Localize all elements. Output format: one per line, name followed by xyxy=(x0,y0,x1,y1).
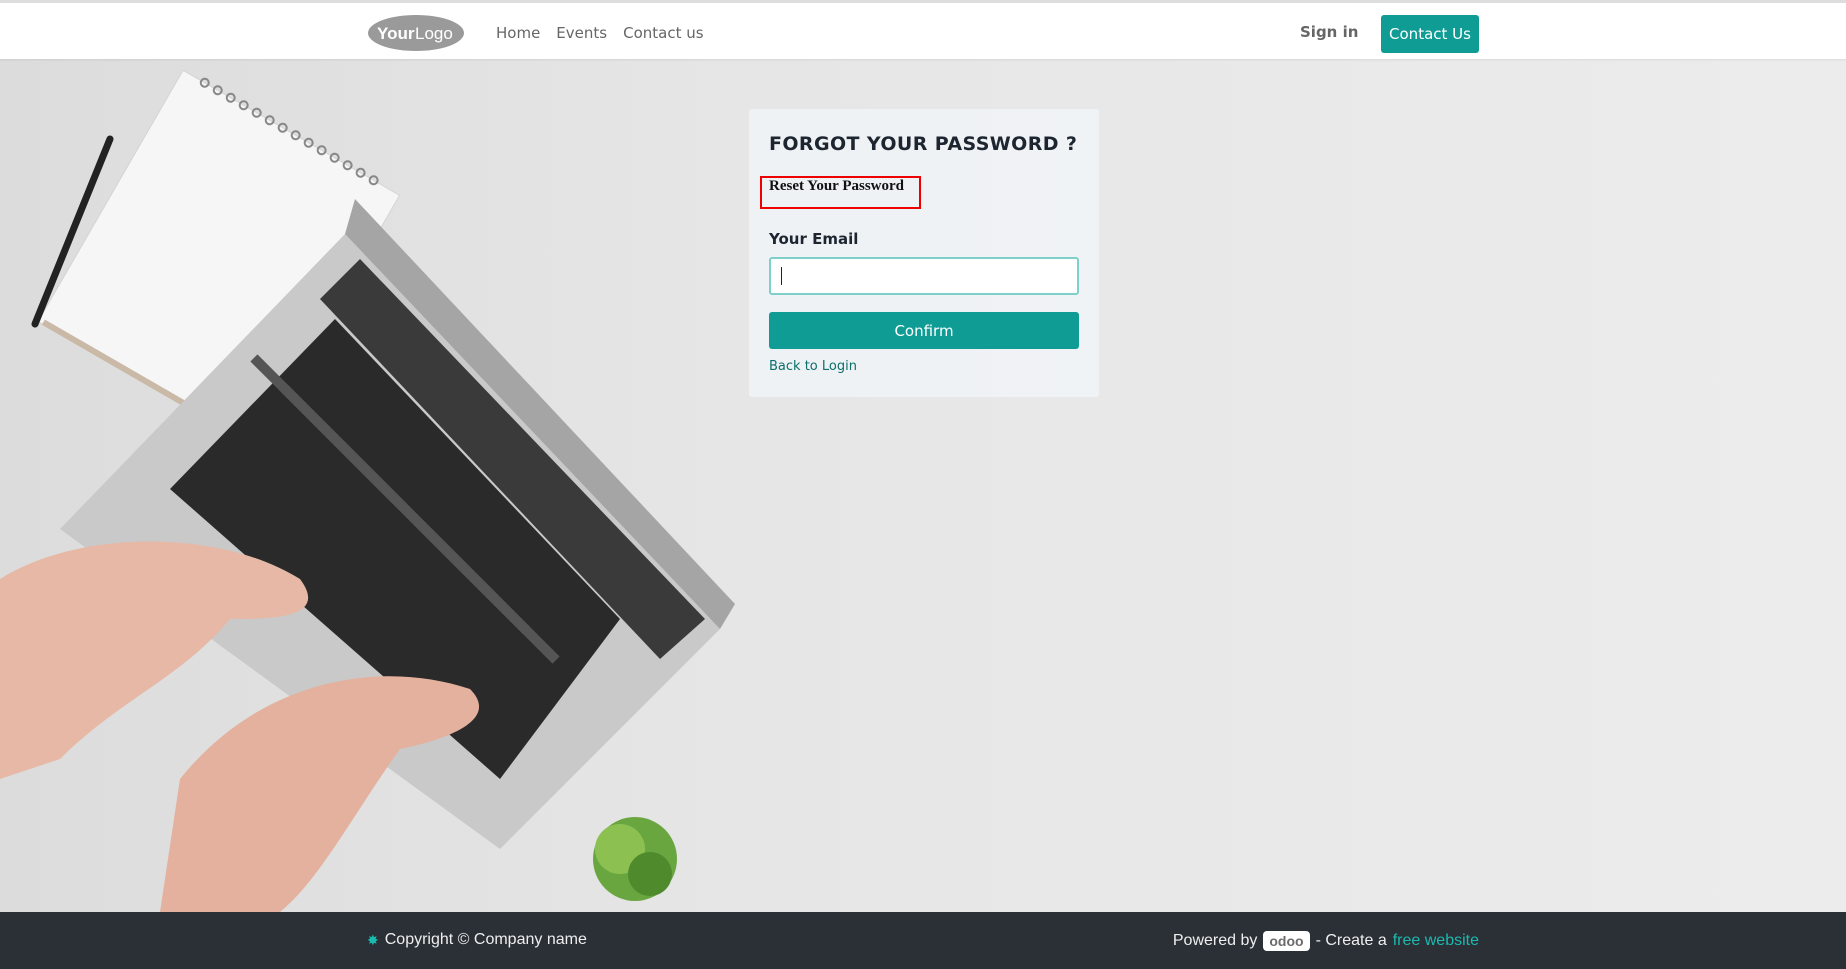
free-website-link[interactable]: free website xyxy=(1393,932,1479,950)
create-text: - Create a xyxy=(1315,932,1387,949)
email-label: Your Email xyxy=(769,230,859,248)
sign-in-link[interactable]: Sign in xyxy=(1300,23,1358,41)
nav-home[interactable]: Home xyxy=(496,24,540,42)
bug-icon: ✸ xyxy=(367,931,379,948)
nav-events[interactable]: Events xyxy=(556,24,607,42)
confirm-button[interactable]: Confirm xyxy=(769,312,1079,349)
nav-contact-us[interactable]: Contact us xyxy=(623,24,703,42)
company-logo[interactable]: Your Logo xyxy=(367,13,465,53)
page-title: FORGOT YOUR PASSWORD ? xyxy=(769,133,1078,155)
copyright-text: Copyright © Company name xyxy=(384,931,587,948)
svg-text:Logo: Logo xyxy=(415,24,453,43)
svg-text:Your: Your xyxy=(377,24,415,43)
contact-us-button[interactable]: Contact Us xyxy=(1381,15,1479,53)
main-nav: Home Events Contact us xyxy=(496,3,704,62)
powered-by: Powered by odoo - Create a free website xyxy=(1173,931,1479,951)
powered-by-text: Powered by xyxy=(1172,932,1258,949)
footer: ✸ Copyright © Company name Powered by od… xyxy=(0,912,1846,969)
plant xyxy=(593,817,677,901)
header-bar: Your Logo Home Events Contact us Sign in… xyxy=(0,0,1846,59)
email-input[interactable] xyxy=(769,257,1079,295)
back-to-login-link[interactable]: Back to Login xyxy=(769,359,857,374)
forgot-password-card: FORGOT YOUR PASSWORD ? Reset Your Passwo… xyxy=(749,109,1099,397)
text-caret xyxy=(781,267,782,285)
odoo-logo[interactable]: odoo xyxy=(1263,931,1310,951)
copyright: ✸ Copyright © Company name xyxy=(367,931,587,949)
reset-password-subtitle: Reset Your Password xyxy=(769,178,904,194)
